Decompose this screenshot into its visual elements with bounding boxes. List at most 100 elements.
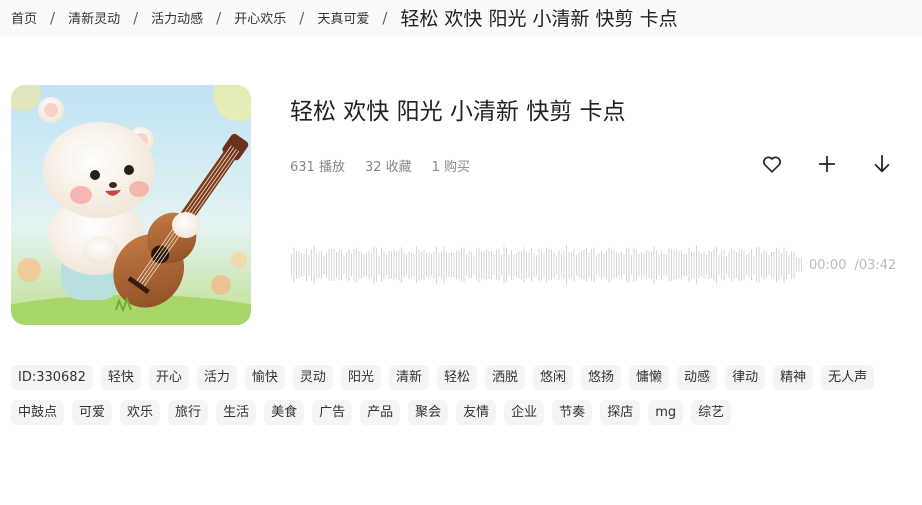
waveform-bar: [713, 249, 715, 281]
breadcrumb-item-happy[interactable]: 开心欢乐: [234, 8, 286, 27]
download-icon: [874, 154, 890, 173]
tag-chip[interactable]: 轻快: [100, 365, 141, 390]
waveform-bar: [368, 251, 370, 279]
tag-chip[interactable]: 动感: [677, 365, 718, 390]
waveform-bar: [633, 247, 635, 283]
waveform-bar: [778, 249, 780, 281]
waveform-bar: [731, 248, 732, 282]
tag-chip[interactable]: 开心: [148, 365, 189, 390]
waveform-bar: [656, 250, 657, 280]
waveform-bar: [546, 247, 547, 283]
tag-chip[interactable]: 活力: [196, 365, 237, 390]
waveform-bar: [741, 249, 742, 281]
tag-chip[interactable]: 美食: [264, 400, 305, 425]
tag-chip[interactable]: 企业: [504, 400, 545, 425]
waveform-bar: [381, 247, 382, 283]
add-button[interactable]: [815, 152, 839, 176]
waveform-bar: [488, 251, 490, 279]
waveform-bar: [761, 253, 762, 277]
waveform-bar: [428, 252, 430, 278]
tag-chip[interactable]: 悠闲: [533, 365, 574, 390]
waveform-bar: [753, 255, 755, 275]
tag-chip[interactable]: mg: [648, 400, 684, 425]
waveform-bar: [556, 255, 557, 275]
waveform-bar: [453, 252, 455, 278]
tag-chip[interactable]: 无人声: [821, 365, 875, 390]
tag-chip[interactable]: 中鼓点: [11, 400, 65, 425]
waveform-bar: [518, 251, 520, 279]
download-button[interactable]: [870, 152, 894, 176]
waveform-bar: [528, 252, 530, 278]
breadcrumb-item-home[interactable]: 首页: [11, 8, 37, 27]
waveform-bar: [683, 253, 685, 277]
waveform-bar: [306, 248, 307, 282]
breadcrumb-item-cute[interactable]: 天真可爱: [317, 8, 369, 27]
tag-chip[interactable]: 慵懒: [629, 365, 670, 390]
waveform-bar: [631, 255, 632, 275]
waveform-bar: [506, 247, 507, 283]
tag-chip[interactable]: ID:330682: [11, 365, 93, 390]
tag-chip[interactable]: 悠扬: [581, 365, 622, 390]
waveform-bar: [776, 247, 777, 283]
breadcrumb-item-fresh[interactable]: 清新灵动: [68, 8, 120, 27]
tag-chip[interactable]: 轻松: [436, 365, 477, 390]
waveform-bar: [298, 251, 300, 279]
tag-chip[interactable]: 愉快: [244, 365, 285, 390]
waveform-bar: [426, 253, 427, 277]
waveform-bar: [346, 251, 347, 279]
heart-icon: [763, 156, 781, 173]
cover-image[interactable]: [11, 85, 251, 325]
purchase-count: 1 购买: [431, 160, 471, 175]
waveform-bar: [303, 253, 305, 277]
tag-chip[interactable]: 旅行: [168, 400, 209, 425]
tag-chip[interactable]: 探店: [600, 400, 641, 425]
tag-list: ID:330682 轻快 开心 活力 愉快 灵动 阳光 清新 轻松 洒脱 悠闲 悠扬 慵懒 动感 律动 精神无…: [11, 365, 891, 425]
waveform-bar: [483, 250, 485, 280]
waveform-bar: [531, 248, 532, 282]
tag-chip[interactable]: 生活: [216, 400, 257, 425]
waveform-bar: [671, 248, 672, 282]
waveform-bar: [461, 248, 462, 282]
play-count: 631 播放: [290, 160, 345, 175]
tag-chip[interactable]: 灵动: [292, 365, 333, 390]
tag-chip[interactable]: 友情: [456, 400, 497, 425]
tag-chip[interactable]: 阳光: [340, 365, 381, 390]
duration: /03:42: [854, 258, 897, 273]
waveform-bar: [543, 252, 545, 278]
waveform-bar: [711, 251, 712, 279]
tag-chip[interactable]: 节奏: [552, 400, 593, 425]
waveform-bar: [691, 251, 692, 279]
waveform-bar: [628, 247, 630, 283]
waveform-bar: [536, 255, 537, 275]
waveform-bar: [411, 252, 412, 278]
waveform-bar: [746, 254, 747, 276]
waveform-bar: [341, 249, 342, 281]
tag-chip[interactable]: 精神: [773, 365, 814, 390]
waveform-bar: [526, 251, 527, 279]
waveform-bar: [573, 248, 575, 282]
favorite-button[interactable]: [760, 152, 784, 176]
breadcrumb-separator: /: [299, 8, 305, 27]
tag-chip[interactable]: 律动: [725, 365, 766, 390]
waveform-bar: [313, 245, 315, 285]
waveform-bar: [293, 247, 295, 283]
tag-chip[interactable]: 产品: [360, 400, 401, 425]
tag-chip[interactable]: 可爱: [72, 400, 113, 425]
tag-chip[interactable]: 清新: [388, 365, 429, 390]
tag-chip[interactable]: 综艺: [691, 400, 732, 425]
tag-chip[interactable]: 广告: [312, 400, 353, 425]
breadcrumb-item-energetic[interactable]: 活力动感: [151, 8, 203, 27]
tag-chip[interactable]: 欢乐: [120, 400, 161, 425]
waveform-bar: [491, 251, 492, 279]
waveform-bar: [663, 253, 665, 277]
waveform-bar: [651, 250, 652, 280]
waveform-bar: [351, 253, 352, 277]
waveform-bar: [431, 253, 432, 277]
waveform-bar: [626, 248, 627, 282]
waveform-bar: [443, 246, 445, 284]
waveform-bar: [693, 252, 695, 278]
tag-chip[interactable]: 洒脱: [484, 365, 525, 390]
tag-chip[interactable]: 聚会: [408, 400, 449, 425]
waveform-scrubber[interactable]: [290, 243, 802, 287]
waveform-bar: [681, 250, 682, 280]
